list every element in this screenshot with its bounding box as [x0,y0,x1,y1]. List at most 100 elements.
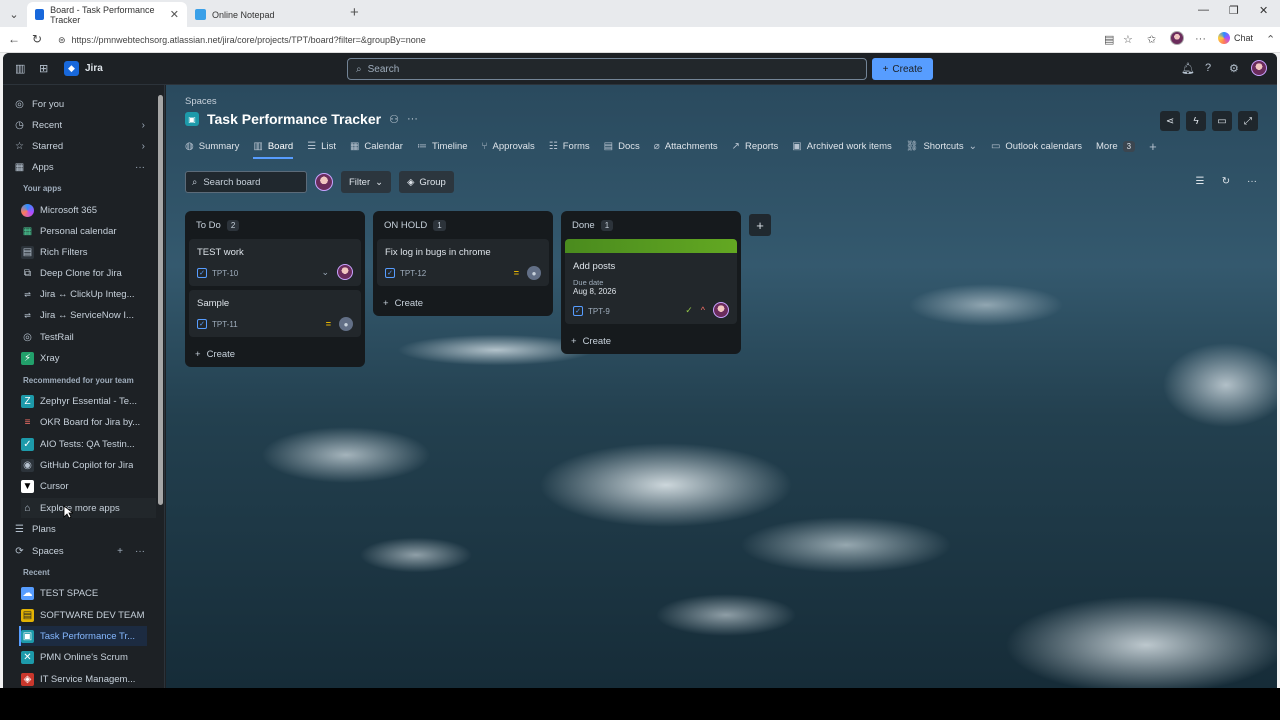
sidebar-app-testrail[interactable]: ◎ TestRail [21,327,156,347]
breadcrumb[interactable]: Spaces [185,96,217,107]
help-icon[interactable]: ? [1205,62,1211,74]
jira-home-link[interactable]: ◆ Jira [64,61,103,76]
url-input[interactable]: ⊜ https://pmnwebtechsorg.atlassian.net/j… [52,30,1092,50]
issue-card[interactable]: TEST work ✓ TPT-10 ⌄ [189,239,361,286]
close-window-icon[interactable]: ✕ [1259,4,1268,17]
more-options-icon[interactable]: ··· [135,546,145,557]
sidebar-app-okr-board[interactable]: ≡ OKR Board for Jira by... [21,412,156,432]
issue-card[interactable]: Sample ✓ TPT-11 = ● [189,290,361,337]
sidebar-explore-apps[interactable]: ⌂ Explore more apps [21,498,156,518]
reader-icon[interactable]: ▤ [1104,33,1114,46]
browser-tab-board[interactable]: Board - Task Performance Tracker ✕ [27,2,187,27]
add-tab-button[interactable]: + [1149,135,1157,157]
sidebar-item-recent[interactable]: ◷ Recent › [13,115,153,135]
group-button[interactable]: ◈ Group [399,171,454,193]
tab-attachments[interactable]: ⌀ Attachments [654,135,718,157]
unassigned-avatar[interactable]: ● [527,266,541,280]
tab-forms[interactable]: ☷ Forms [549,135,590,157]
tab-shortcuts[interactable]: ⛓ Shortcuts ⌄ [906,135,977,157]
create-issue-button[interactable]: + Create [561,328,741,354]
tab-actions-icon[interactable]: ⌄ [5,5,23,23]
assignee-avatar[interactable] [713,302,729,318]
unassigned-avatar[interactable]: ● [339,317,353,331]
create-button[interactable]: + Create [872,58,933,80]
sidebar-app-xray[interactable]: ⚡ Xray [21,348,156,368]
browser-tab-notepad[interactable]: Online Notepad [187,2,347,27]
feedback-icon[interactable]: ▭ [1212,111,1232,131]
column-header[interactable]: Done 1 [561,211,741,239]
automation-icon[interactable]: ϟ [1186,111,1206,131]
sidebar-app-github-copilot[interactable]: ◉ GitHub Copilot for Jira [21,455,156,475]
close-tab-icon[interactable]: ✕ [170,8,179,21]
tab-archived[interactable]: ▣ Archived work items [792,135,891,157]
board-more-icon[interactable]: ··· [1242,171,1262,191]
site-info-icon[interactable]: ⊜ [58,35,66,46]
search-board-input[interactable]: ⌕ Search board [185,171,307,193]
sidebar-app-microsoft-365[interactable]: Microsoft 365 [21,200,156,220]
sidebar-space-software-dev[interactable]: ▤ SOFTWARE DEV TEAM [21,605,156,625]
sidebar-app-deep-clone[interactable]: ⧉ Deep Clone for Jira [21,263,156,283]
sidebar-space-test-space[interactable]: ☁ TEST SPACE [21,583,156,603]
tab-reports[interactable]: ↗ Reports [732,135,779,157]
sidebar-app-zephyr[interactable]: Z Zephyr Essential - Te... [21,391,156,411]
back-icon[interactable]: ← [8,32,20,46]
restore-icon[interactable]: ❐ [1229,4,1239,17]
refresh-board-icon[interactable]: ↻ [1216,171,1236,191]
tab-timeline[interactable]: ≔ Timeline [417,135,468,157]
browser-menu-icon[interactable]: ··· [1195,33,1206,45]
sidebar-app-aio-tests[interactable]: ✓ AIO Tests: QA Testin... [21,434,156,454]
sidebar-item-apps[interactable]: ▦ Apps ··· [13,157,153,177]
tab-calendar[interactable]: ▦ Calendar [350,135,403,157]
new-tab-icon[interactable]: + [350,4,359,21]
sidebar-app-clickup-integration[interactable]: ⇌ Jira ↔ ClickUp Integ... [21,284,156,304]
tab-summary[interactable]: ◍ Summary [185,135,239,157]
user-avatar[interactable] [1251,60,1267,76]
sidebar-scrollbar[interactable] [158,91,163,681]
sidebar-space-task-performance[interactable]: ▣ Task Performance Tr... [19,626,147,646]
filter-button[interactable]: Filter ⌄ [341,171,392,193]
sidebar-item-for-you[interactable]: ◎ For you [13,94,153,114]
sidebar-space-it-service[interactable]: ◈ IT Service Managem... [21,669,156,688]
team-icon[interactable]: ⚇ [389,113,399,126]
search-input[interactable]: ⌕ Search [347,58,867,80]
assignee-avatar[interactable] [337,264,353,280]
sidebar-collapse-icon[interactable]: ▥ [15,62,25,75]
create-issue-button[interactable]: + Create [373,290,553,316]
sidebar-app-personal-calendar[interactable]: ▦ Personal calendar [21,221,156,241]
share-icon[interactable]: ⋖ [1160,111,1180,131]
fullscreen-icon[interactable]: ⤢ [1238,111,1258,131]
sidebar-item-starred[interactable]: ☆ Starred › [13,136,153,156]
add-column-button[interactable]: + [749,214,771,236]
minimize-icon[interactable]: — [1198,4,1209,16]
assignee-filter-avatar[interactable] [315,173,333,191]
sidebar-app-cursor[interactable]: ▼ Cursor [21,476,156,496]
tab-approvals[interactable]: ⑂ Approvals [482,135,535,157]
view-settings-icon[interactable]: ☰ [1190,171,1210,191]
column-header[interactable]: To Do 2 [185,211,365,239]
settings-gear-icon[interactable]: ⚙ [1229,62,1239,75]
copilot-chat-button[interactable]: Chat [1218,32,1253,44]
refresh-icon[interactable]: ↻ [32,32,42,46]
more-options-icon[interactable]: ··· [135,162,145,173]
sidebar-item-spaces[interactable]: ⟳ Spaces + ··· [13,541,153,561]
scrollbar-thumb[interactable] [158,95,163,505]
tab-more[interactable]: More 3 [1096,135,1136,157]
favorites-icon[interactable]: ✩ [1147,33,1156,46]
tab-board[interactable]: ▥ Board [253,135,293,159]
tab-list[interactable]: ☰ List [307,135,336,157]
favorite-star-icon[interactable]: ☆ [1123,33,1133,46]
issue-card[interactable]: Fix log in bugs in chrome ✓ TPT-12 = ● [377,239,549,286]
tab-docs[interactable]: ▤ Docs [604,135,640,157]
more-actions-icon[interactable]: ··· [407,113,418,125]
notifications-icon[interactable]: 🔔︎ [1181,62,1195,75]
sidebar-app-servicenow-integration[interactable]: ⇌ Jira ↔ ServiceNow I... [21,305,156,325]
create-issue-button[interactable]: + Create [185,341,365,367]
sidebar-app-rich-filters[interactable]: ▤ Rich Filters [21,242,156,262]
app-switcher-icon[interactable]: ⊞ [39,62,48,75]
profile-icon[interactable] [1170,31,1184,45]
add-space-icon[interactable]: + [117,546,123,557]
issue-card[interactable]: Add posts Due date Aug 8, 2026 ✓ TPT-9 ✓ … [565,253,737,324]
column-header[interactable]: ON HOLD 1 [373,211,553,239]
tab-outlook[interactable]: ▭ Outlook calendars [991,135,1082,157]
sidebar-toggle-icon[interactable]: ⌃ [1266,33,1275,46]
